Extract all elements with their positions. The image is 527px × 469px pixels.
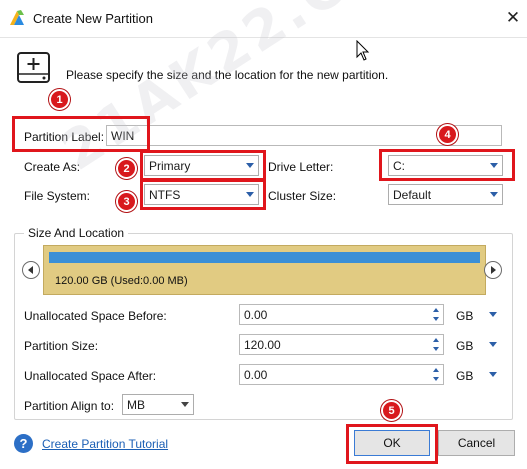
file-system-select[interactable]: NTFS — [144, 184, 259, 205]
partition-size-value: 120.00 — [244, 337, 281, 352]
cluster-size-label: Cluster Size: — [268, 189, 337, 203]
chevron-down-icon[interactable] — [486, 365, 500, 383]
unallocated-before-value: 0.00 — [244, 307, 268, 322]
annotation-badge: 2 — [116, 158, 137, 179]
cluster-size-value: Default — [393, 187, 432, 202]
drive-letter-select[interactable]: C: — [388, 155, 503, 176]
mouse-cursor-icon — [356, 40, 370, 61]
drive-letter-value: C: — [393, 158, 405, 173]
cluster-size-select[interactable]: Default — [388, 184, 503, 205]
partition-bar-text: 120.00 GB (Used:0.00 MB) — [55, 275, 188, 287]
file-system-label: File System: — [24, 189, 91, 203]
close-icon[interactable]: ✕ — [503, 7, 523, 29]
partition-bar-fill — [49, 252, 480, 263]
file-system-value: NTFS — [149, 187, 181, 202]
help-icon[interactable]: ? — [14, 434, 33, 453]
app-icon — [10, 10, 24, 25]
partition-align-select[interactable]: MB — [122, 394, 194, 415]
drive-letter-label: Drive Letter: — [268, 160, 334, 174]
cancel-button[interactable]: Cancel — [438, 430, 515, 456]
chevron-down-icon — [177, 395, 193, 414]
size-location-title: Size And Location — [24, 226, 129, 240]
chevron-down-icon — [486, 185, 502, 204]
spin-buttons[interactable] — [428, 305, 443, 324]
spin-buttons[interactable] — [428, 335, 443, 354]
unit-label: GB — [456, 309, 474, 323]
chevron-left-icon[interactable] — [22, 261, 40, 279]
window-title: Create New Partition — [33, 11, 153, 26]
chevron-down-icon[interactable] — [486, 335, 500, 353]
create-as-select[interactable]: Primary — [144, 155, 259, 176]
partition-size-label: Partition Size: — [24, 339, 99, 353]
unallocated-after-input[interactable]: 0.00 — [239, 364, 444, 385]
unallocated-after-label: Unallocated Space After: — [24, 369, 157, 383]
chevron-down-icon[interactable] — [486, 305, 500, 323]
chevron-down-icon — [242, 185, 258, 204]
unallocated-before-label: Unallocated Space Before: — [24, 309, 167, 323]
create-as-label: Create As: — [24, 160, 81, 174]
partition-label-value: WIN — [111, 128, 135, 143]
chevron-right-icon[interactable] — [484, 261, 502, 279]
annotation-badge: 3 — [116, 191, 137, 212]
chevron-down-icon — [486, 156, 502, 175]
disk-add-icon — [17, 52, 50, 83]
spin-buttons[interactable] — [428, 365, 443, 384]
create-as-value: Primary — [149, 158, 191, 173]
ok-button[interactable]: OK — [354, 430, 430, 456]
unit-label: GB — [456, 369, 474, 383]
tutorial-link[interactable]: Create Partition Tutorial — [42, 437, 168, 451]
chevron-down-icon — [242, 156, 258, 175]
unit-label: GB — [456, 339, 474, 353]
partition-label-label: Partition Label: — [24, 130, 105, 144]
unallocated-before-input[interactable]: 0.00 — [239, 304, 444, 325]
annotation-badge: 5 — [381, 400, 402, 421]
unallocated-after-value: 0.00 — [244, 367, 268, 382]
partition-align-label: Partition Align to: — [24, 399, 115, 413]
partition-align-value: MB — [127, 397, 145, 412]
annotation-badge: 4 — [437, 124, 458, 145]
partition-size-input[interactable]: 120.00 — [239, 334, 444, 355]
annotation-badge: 1 — [49, 89, 70, 110]
header-description: Please specify the size and the location… — [66, 68, 389, 82]
